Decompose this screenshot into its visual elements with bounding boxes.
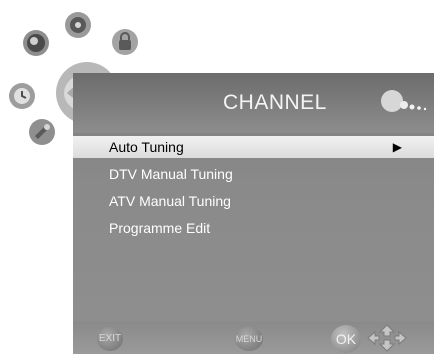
- exit-button[interactable]: EXIT: [97, 327, 123, 351]
- menu-label: MENU: [235, 334, 263, 344]
- menu-button[interactable]: MENU: [235, 327, 263, 351]
- arrow-right-icon: ▶: [392, 140, 402, 154]
- footer: EXIT MENU OK: [73, 322, 434, 354]
- dots-icon: [380, 87, 428, 119]
- menu-item-dtv-manual-tuning[interactable]: DTV Manual Tuning: [73, 163, 434, 185]
- picture-icon: [22, 29, 50, 57]
- menu-title: CHANNEL: [223, 91, 327, 114]
- sound-icon: [64, 11, 92, 39]
- menu-item-programme-edit[interactable]: Programme Edit: [73, 217, 434, 239]
- menu-item-atv-manual-tuning[interactable]: ATV Manual Tuning: [73, 190, 434, 212]
- menu-item-auto-tuning[interactable]: Auto Tuning ▶: [73, 136, 434, 158]
- lock-icon: [111, 28, 139, 56]
- menu-item-label: ATV Manual Tuning: [109, 193, 231, 209]
- ok-button[interactable]: OK: [331, 325, 361, 353]
- ok-label: OK: [335, 331, 357, 347]
- setup-icon: [28, 118, 56, 146]
- clock-icon: [8, 82, 36, 110]
- menu-panel: CHANNEL Auto Tuning ▶ DTV Manual Tuning …: [73, 73, 434, 354]
- menu-item-label: DTV Manual Tuning: [109, 166, 233, 182]
- exit-label: EXIT: [98, 333, 122, 344]
- menu-item-label: Auto Tuning: [109, 139, 184, 155]
- title-bar: CHANNEL: [73, 73, 434, 133]
- menu-item-label: Programme Edit: [109, 220, 211, 236]
- four-way-arrow-icon: [367, 324, 407, 352]
